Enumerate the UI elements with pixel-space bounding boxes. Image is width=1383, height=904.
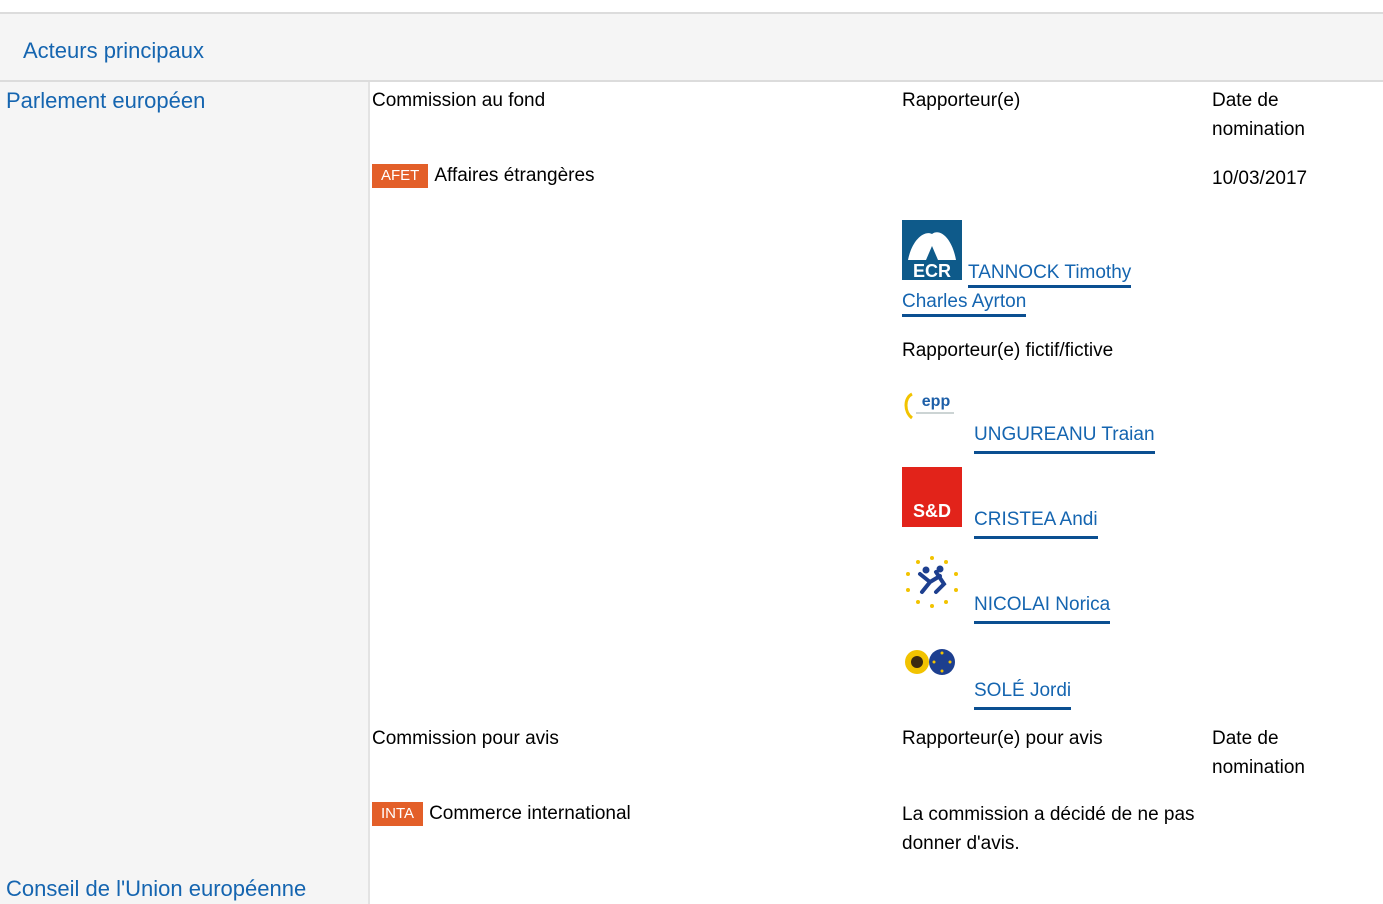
rapporteur-link[interactable]: TANNOCK Timothy Charles Ayrton <box>902 262 1132 317</box>
section-council[interactable]: Conseil de l'Union européenne <box>6 876 306 902</box>
shadow-rapporteur-link-3[interactable]: NICOLAI Norica <box>974 590 1111 624</box>
header-opinion-date: Date de nomination <box>1212 728 1305 778</box>
epp-logo-text: epp <box>922 393 951 410</box>
shadow-rapporteur-link-4[interactable]: SOLÉ Jordi <box>974 676 1072 710</box>
opinion-committee-name: Commerce international <box>429 803 631 824</box>
sd-logo-text: S&D <box>913 501 951 521</box>
shadow-rapporteur-link-2[interactable]: CRISTEA Andi <box>974 505 1098 539</box>
panel-header: Acteurs principaux <box>0 12 1383 82</box>
alde-stars-icon <box>902 552 962 612</box>
committee-badge[interactable]: AFET <box>372 164 429 188</box>
shadow-rapporteur-label: Rapporteur(e) fictif/fictive <box>902 340 1114 361</box>
sd-group-logo: S&D <box>902 467 962 527</box>
lead-committee-row: AFET Affaires étrangères <box>372 164 595 188</box>
nomination-date: 10/03/2017 <box>1212 168 1308 189</box>
shadow-rapporteur-link-1[interactable]: UNGUREANU Traian <box>974 420 1155 454</box>
panel-title[interactable]: Acteurs principaux <box>23 38 204 64</box>
actor-category-column <box>0 82 370 904</box>
opinion-note: La commission a décidé de ne pas donner … <box>902 804 1195 854</box>
header-opinion-committee: Commission pour avis <box>372 728 559 749</box>
greens-efa-icon <box>902 640 962 700</box>
header-lead-committee: Commission au fond <box>372 90 546 111</box>
rapporteur-entry: TANNOCK Timothy Charles Ayrton <box>902 258 1192 317</box>
epp-group-logo: epp <box>902 380 962 440</box>
header-opinion-rapporteur: Rapporteur(e) pour avis <box>902 728 1103 749</box>
opinion-committee-row: INTA Commerce international <box>372 802 631 826</box>
committee-badge-inta[interactable]: INTA <box>372 802 424 826</box>
header-rapporteur: Rapporteur(e) <box>902 90 1021 111</box>
section-parliament[interactable]: Parlement européen <box>6 88 205 114</box>
header-date: Date de nomination <box>1212 90 1305 140</box>
committee-name: Affaires étrangères <box>434 165 595 186</box>
